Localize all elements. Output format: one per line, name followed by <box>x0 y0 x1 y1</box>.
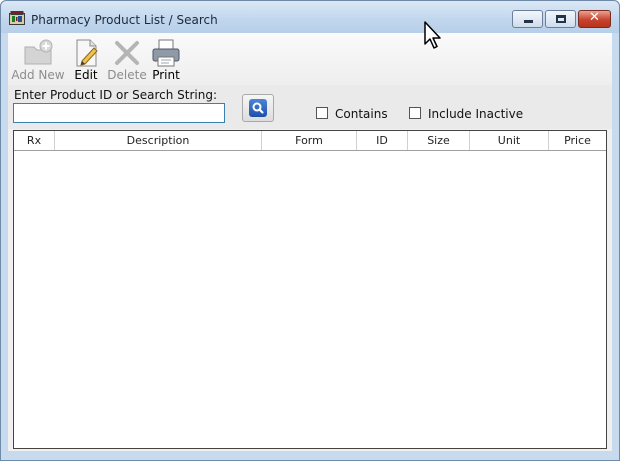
search-button[interactable] <box>242 94 274 122</box>
print-label: Print <box>152 68 180 82</box>
search-icon <box>252 102 264 114</box>
client-area: Add New Edit Delete Print Enter Product … <box>8 33 612 451</box>
edit-label: Edit <box>74 68 98 82</box>
column-header-unit[interactable]: Unit <box>470 131 549 150</box>
delete-button[interactable]: Delete <box>106 35 148 83</box>
add-new-button[interactable]: Add New <box>10 35 66 83</box>
minimize-icon <box>524 20 533 23</box>
column-header-size[interactable]: Size <box>408 131 470 150</box>
search-label: Enter Product ID or Search String: <box>14 88 217 102</box>
maximize-icon <box>556 15 566 23</box>
printer-icon <box>152 39 180 67</box>
pharmacy-app-icon <box>9 11 25 25</box>
add-folder-icon <box>24 39 53 65</box>
column-header-form[interactable]: Form <box>262 131 357 150</box>
app-window: Pharmacy Product List / Search ✕ Add New <box>0 0 620 461</box>
mouse-pointer-icon <box>424 21 441 49</box>
edit-button[interactable]: Edit <box>68 35 104 83</box>
contains-label: Contains <box>335 107 388 121</box>
include-inactive-label: Include Inactive <box>428 107 524 121</box>
search-bar: Enter Product ID or Search String: Conta… <box>8 85 612 129</box>
product-grid[interactable]: Rx Description Form ID Size Unit Price <box>13 130 607 449</box>
toolbar: Add New Edit Delete Print <box>8 33 612 85</box>
contains-check-box[interactable] <box>316 107 328 119</box>
minimize-button[interactable] <box>512 10 543 28</box>
close-icon: ✕ <box>589 10 600 25</box>
include-inactive-check-box[interactable] <box>409 107 421 119</box>
delete-label: Delete <box>107 68 147 82</box>
delete-x-icon <box>115 41 139 65</box>
close-button[interactable]: ✕ <box>578 10 611 28</box>
column-header-description[interactable]: Description <box>55 131 262 150</box>
include-inactive-checkbox[interactable]: Include Inactive <box>409 106 529 122</box>
window-title: Pharmacy Product List / Search <box>31 13 218 27</box>
search-input[interactable] <box>13 103 225 123</box>
column-header-price[interactable]: Price <box>549 131 606 150</box>
add-new-label: Add New <box>11 68 65 82</box>
grid-header: Rx Description Form ID Size Unit Price <box>14 131 606 151</box>
print-button[interactable]: Print <box>149 35 183 83</box>
contains-checkbox[interactable]: Contains <box>316 106 396 122</box>
column-header-id[interactable]: ID <box>357 131 408 150</box>
edit-document-icon <box>76 39 98 67</box>
title-bar[interactable]: Pharmacy Product List / Search ✕ <box>1 1 619 33</box>
column-header-rx[interactable]: Rx <box>14 131 55 150</box>
maximize-button[interactable] <box>545 10 576 28</box>
